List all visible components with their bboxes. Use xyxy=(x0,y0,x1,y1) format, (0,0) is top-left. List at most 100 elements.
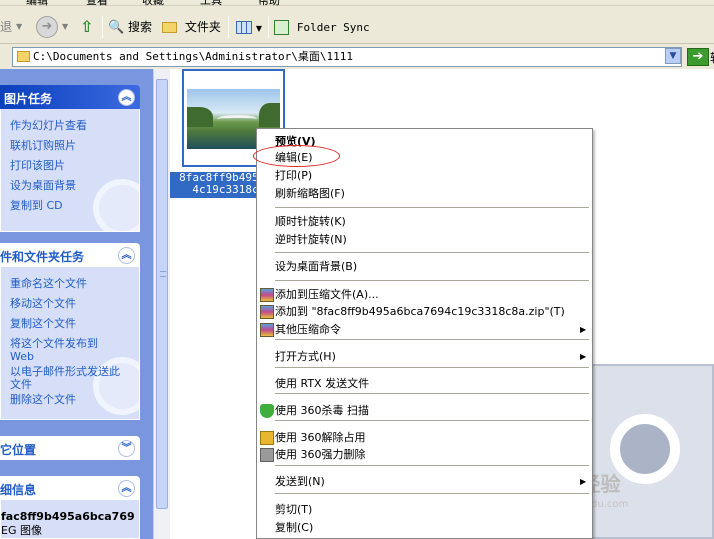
toolbar-divider xyxy=(228,16,229,38)
menu-item-label: 添加到 "8fac8ff9b495a6bca7694c19c3318c8a.zi… xyxy=(275,305,565,318)
details-header[interactable]: 细信息 ︽ xyxy=(0,476,140,500)
menu-item[interactable]: 剪切(T) xyxy=(257,501,592,519)
menu-item-label: 复制(C) xyxy=(275,521,314,534)
menu-item[interactable]: 添加到压缩文件(A)... xyxy=(257,286,592,304)
tree-shape xyxy=(187,107,213,127)
menu-item-label: 刷新缩略图(F) xyxy=(275,187,345,200)
file-tasks-header[interactable]: 件和文件夹任务 ︽ xyxy=(0,243,140,267)
picture-tasks-title: 图片任务 xyxy=(4,92,53,106)
menu-item[interactable]: 打开方式(H) ▶ xyxy=(257,348,592,366)
forward-dropdown-icon[interactable]: ▼ xyxy=(62,17,68,37)
address-dropdown-icon[interactable]: ▼ xyxy=(665,48,681,64)
back-dropdown-icon[interactable]: ▼ xyxy=(16,17,22,37)
archive-icon xyxy=(260,323,274,337)
other-places-header[interactable]: 它位置 ︾ xyxy=(0,436,140,460)
menu-item-label: 设为桌面背景(B) xyxy=(275,260,358,273)
menu-item[interactable]: 设为桌面背景(B) xyxy=(257,258,592,276)
unlock-icon xyxy=(260,431,274,445)
address-field[interactable]: C:\Documents and Settings\Administrator\… xyxy=(12,47,682,67)
search-button-label: 搜索 xyxy=(128,20,153,34)
search-icon: 🔍 xyxy=(108,19,125,35)
archive-icon xyxy=(260,288,274,302)
menu-item-label: 其他压缩命令 xyxy=(275,323,341,336)
go-button[interactable]: ➔ xyxy=(687,48,709,66)
go-label[interactable]: 转 xyxy=(710,49,714,66)
task-move[interactable]: 移动这个文件 xyxy=(10,297,76,310)
submenu-arrow-icon: ▶ xyxy=(580,477,587,486)
file-tasks-body: 重命名这个文件 移动这个文件 复制这个文件 将这个文件发布到 Web 以电子邮件… xyxy=(0,267,140,420)
menu-item[interactable]: 使用 360解除占用 xyxy=(257,429,592,447)
collapse-chevron-icon[interactable]: ︽ xyxy=(118,480,135,497)
menu-item[interactable]: 使用 360强力删除 xyxy=(257,446,592,464)
submenu-arrow-icon: ▶ xyxy=(580,352,587,361)
menu-item-label: 使用 360杀毒 扫描 xyxy=(275,404,369,417)
back-button-label[interactable]: 退 xyxy=(0,17,12,37)
details-title: 细信息 xyxy=(0,483,37,497)
menu-item[interactable]: 顺时针旋转(K) xyxy=(257,213,592,231)
other-places-title: 它位置 xyxy=(0,443,37,457)
toolbar: 退 ▼ ➜ ▼ ⇧ 🔍 搜索 文件夹 ▼ Folder Sync xyxy=(0,7,714,44)
forward-button-icon[interactable]: ➜ xyxy=(36,16,58,38)
folder-sync-label: Folder Sync xyxy=(296,21,370,34)
folders-button[interactable]: 文件夹 xyxy=(162,17,221,37)
up-folder-icon[interactable]: ⇧ xyxy=(80,17,93,37)
address-path: C:\Documents and Settings\Administrator\… xyxy=(33,50,354,63)
menu-item[interactable]: 打印(P) xyxy=(257,167,592,185)
task-pane: 图片任务 ︽ 作为幻灯片查看 联机订购照片 打印该图片 设为桌面背景 复制到 C… xyxy=(0,69,153,539)
menu-item-label: 使用 360解除占用 xyxy=(275,431,366,444)
menu-item-label: 使用 360强力删除 xyxy=(275,448,366,461)
menu-separator xyxy=(275,420,589,421)
menu-item-label: 打印(P) xyxy=(275,169,313,182)
task-order-prints[interactable]: 联机订购照片 xyxy=(10,139,76,152)
menu-item[interactable]: 使用 360杀毒 扫描 xyxy=(257,402,592,420)
expand-chevron-icon[interactable]: ︾ xyxy=(118,440,135,457)
task-pane-scrollbar[interactable] xyxy=(153,69,170,539)
submenu-arrow-icon: ▶ xyxy=(580,325,587,334)
scrollbar-grip-icon xyxy=(160,271,166,277)
task-delete[interactable]: 删除这个文件 xyxy=(10,393,76,406)
menu-item[interactable]: 使用 RTX 发送文件 xyxy=(257,375,592,393)
task-email[interactable]: 以电子邮件形式发送此文件 xyxy=(10,365,125,391)
folder-icon xyxy=(17,51,30,62)
menu-separator xyxy=(275,367,589,368)
menu-separator xyxy=(275,252,589,253)
address-bar: C:\Documents and Settings\Administrator\… xyxy=(0,45,714,69)
menu-separator xyxy=(275,465,589,466)
details-body: fac8ff9b495a6bca769 EG 图像 xyxy=(0,500,140,539)
task-slideshow[interactable]: 作为幻灯片查看 xyxy=(10,119,87,132)
menu-item-label: 剪切(T) xyxy=(275,503,313,516)
folder-sync-button[interactable]: Folder Sync xyxy=(274,17,370,37)
toolbar-divider xyxy=(268,16,269,38)
folder-icon xyxy=(162,22,177,33)
task-copy-to-cd[interactable]: 复制到 CD xyxy=(10,199,63,212)
menu-item-label: 添加到压缩文件(A)... xyxy=(275,288,379,301)
task-print-picture[interactable]: 打印该图片 xyxy=(10,159,65,172)
menu-item[interactable]: 复制(C) xyxy=(257,519,592,537)
menu-item[interactable]: 逆时针旋转(N) xyxy=(257,231,592,249)
collapse-chevron-icon[interactable]: ︽ xyxy=(118,89,135,106)
menu-item-label: 逆时针旋转(N) xyxy=(275,233,347,246)
views-button[interactable]: ▼ xyxy=(236,17,262,37)
folders-button-label: 文件夹 xyxy=(184,20,221,34)
menu-item-label: 发送到(N) xyxy=(275,475,325,488)
scrollbar-thumb[interactable] xyxy=(156,79,168,509)
menu-item[interactable]: 添加到 "8fac8ff9b495a6bca7694c19c3318c8a.zi… xyxy=(257,303,592,321)
task-copy[interactable]: 复制这个文件 xyxy=(10,317,76,330)
task-set-background[interactable]: 设为桌面背景 xyxy=(10,179,76,192)
task-publish-web[interactable]: 将这个文件发布到 Web xyxy=(10,337,110,363)
menu-separator xyxy=(275,493,589,494)
menu-item[interactable]: 发送到(N) ▶ xyxy=(257,473,592,491)
menu-item-label: 打开方式(H) xyxy=(275,350,336,363)
views-icon xyxy=(236,21,252,34)
menu-item[interactable]: 刷新缩略图(F) xyxy=(257,185,592,203)
shredder-icon xyxy=(260,448,274,462)
task-rename[interactable]: 重命名这个文件 xyxy=(10,277,87,290)
picture-tasks-header[interactable]: 图片任务 ︽ xyxy=(0,85,140,109)
collapse-chevron-icon[interactable]: ︽ xyxy=(118,247,135,264)
picture-watermark-icon xyxy=(93,179,139,231)
search-button[interactable]: 🔍 搜索 xyxy=(108,17,152,37)
details-file-type: EG 图像 xyxy=(1,524,42,537)
menu-item[interactable]: 其他压缩命令 ▶ xyxy=(257,321,592,339)
menu-separator xyxy=(275,207,589,208)
menu-separator xyxy=(275,393,589,394)
